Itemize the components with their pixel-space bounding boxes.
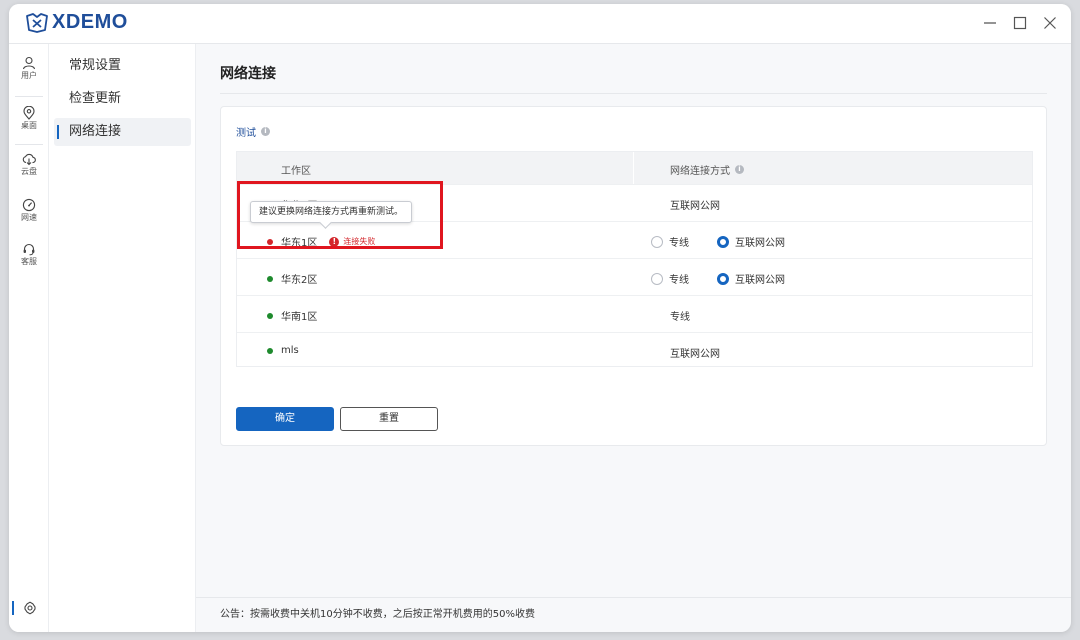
- headset-icon: [23, 243, 35, 256]
- table-row: 华东2区 专线 互联网公网: [237, 258, 1032, 295]
- radio-label: 专线: [669, 238, 689, 249]
- window-controls: [981, 14, 1059, 32]
- radio-public-internet[interactable]: 互联网公网: [717, 271, 785, 286]
- test-label[interactable]: 测试: [236, 124, 256, 139]
- rail-settings[interactable]: [9, 596, 49, 622]
- rail-label-speed: 网速: [21, 213, 37, 222]
- method-text: 互联网公网: [670, 201, 720, 212]
- rail-divider: [15, 96, 43, 97]
- reset-button[interactable]: 重置: [340, 407, 438, 431]
- footer-notice: 公告：按需收费中关机10分钟不收费，之后按正常开机费用的50%收费: [196, 597, 1071, 632]
- method-cell: 专线 互联网公网: [651, 271, 813, 286]
- method-cell: 互联网公网: [670, 197, 720, 212]
- xdemo-logo-icon: [26, 12, 48, 33]
- method-text: 互联网公网: [670, 349, 720, 360]
- workspace-name: 华南1区: [281, 312, 318, 323]
- rail-label-user: 用户: [21, 71, 37, 80]
- cloud-icon: [22, 153, 36, 166]
- radio-dedicated-line[interactable]: 专线: [651, 271, 689, 286]
- status-dot: [267, 238, 273, 245]
- radio-circle-selected: [717, 272, 729, 285]
- icon-rail: 用户 桌面 云盘 网速 客服: [9, 44, 49, 632]
- rail-item-desktop[interactable]: 桌面: [9, 106, 49, 131]
- user-icon: [22, 56, 36, 70]
- rail-label-desktop: 桌面: [21, 121, 37, 130]
- header-divider: [633, 152, 634, 184]
- info-icon[interactable]: i: [735, 165, 744, 174]
- subnav-item-check-update[interactable]: 检查更新: [54, 85, 191, 113]
- workspace-cell: 华南1区: [267, 308, 317, 323]
- error-tooltip: 建议更换网络连接方式再重新测试。: [250, 201, 413, 223]
- app-name: XDEMO: [52, 11, 128, 33]
- rail-item-cloud[interactable]: 云盘: [9, 152, 49, 177]
- confirm-button[interactable]: 确定: [236, 407, 334, 431]
- rail-label-cloud: 云盘: [21, 167, 37, 176]
- test-section: 测试 i: [236, 124, 270, 139]
- workspace-table: 工作区 网络连接方式 i 华北1区 互联网公网: [236, 151, 1033, 367]
- rail-item-speed[interactable]: 网速: [9, 198, 49, 223]
- subnav-item-network[interactable]: 网络连接: [54, 118, 191, 146]
- workspace-cell: 华东1区 ! 连接失败: [267, 234, 375, 249]
- active-indicator: [12, 601, 14, 615]
- radio-label: 专线: [669, 275, 689, 286]
- method-cell: 互联网公网: [670, 345, 720, 360]
- header-method-wrap: 网络连接方式 i: [670, 162, 744, 177]
- radio-label: 互联网公网: [735, 275, 785, 286]
- minimize-icon[interactable]: [981, 14, 999, 32]
- title-divider: [220, 93, 1047, 94]
- table-row: 华东1区 ! 连接失败 专线 互联网公网: [237, 221, 1032, 258]
- location-pin-icon: [23, 106, 35, 120]
- table-row: mls 互联网公网: [237, 332, 1032, 369]
- status-dot: [267, 347, 273, 354]
- error-text: 连接失败: [343, 237, 376, 246]
- table-row: 华南1区 专线: [237, 295, 1032, 332]
- method-text: 专线: [670, 312, 690, 323]
- rail-item-support[interactable]: 客服: [9, 242, 49, 267]
- info-icon[interactable]: i: [261, 127, 270, 136]
- method-cell: 专线: [670, 308, 690, 323]
- app-window: XDEMO 用户 桌面 云盘 网速 客服 常规设置 检查更新 网络连接 网络连接…: [9, 4, 1071, 632]
- app-logo: XDEMO: [25, 11, 128, 34]
- page-title: 网络连接: [220, 66, 276, 82]
- connection-error[interactable]: ! 连接失败: [329, 236, 375, 247]
- radio-circle: [651, 235, 663, 248]
- header-workspace: 工作区: [281, 166, 311, 177]
- settings-subnav: 常规设置 检查更新 网络连接: [49, 44, 196, 632]
- maximize-icon[interactable]: [1011, 14, 1029, 32]
- title-bar: XDEMO: [9, 4, 1071, 44]
- radio-label: 互联网公网: [735, 238, 785, 249]
- workspace-name: mls: [281, 345, 299, 356]
- workspace-name: 华东1区: [281, 238, 318, 249]
- rail-divider: [15, 144, 43, 145]
- workspace-cell: mls: [267, 345, 299, 356]
- settings-icon: [24, 601, 36, 615]
- network-card: 测试 i 工作区 网络连接方式 i 华北1区: [220, 106, 1047, 446]
- radio-circle-selected: [717, 235, 729, 248]
- workspace-name: 华东2区: [281, 275, 318, 286]
- radio-circle: [651, 272, 663, 285]
- speedometer-icon: [22, 198, 36, 212]
- table-header: 工作区 网络连接方式 i: [237, 152, 1032, 184]
- rail-item-user[interactable]: 用户: [9, 56, 49, 81]
- main-content: 网络连接 测试 i 工作区 网络连接方式 i 互联网公网 华东1区 ! 连接失败…: [196, 44, 1071, 632]
- rail-label-support: 客服: [21, 257, 37, 266]
- error-icon: !: [329, 236, 340, 247]
- close-icon[interactable]: [1041, 14, 1059, 32]
- radio-dedicated-line[interactable]: 专线: [651, 234, 689, 249]
- workspace-cell: 华东2区: [267, 271, 317, 286]
- status-dot: [267, 275, 273, 282]
- status-dot: [267, 312, 273, 319]
- method-cell: 专线 互联网公网: [651, 234, 813, 249]
- radio-public-internet[interactable]: 互联网公网: [717, 234, 785, 249]
- subnav-item-general[interactable]: 常规设置: [54, 52, 191, 80]
- header-method: 网络连接方式: [670, 166, 730, 177]
